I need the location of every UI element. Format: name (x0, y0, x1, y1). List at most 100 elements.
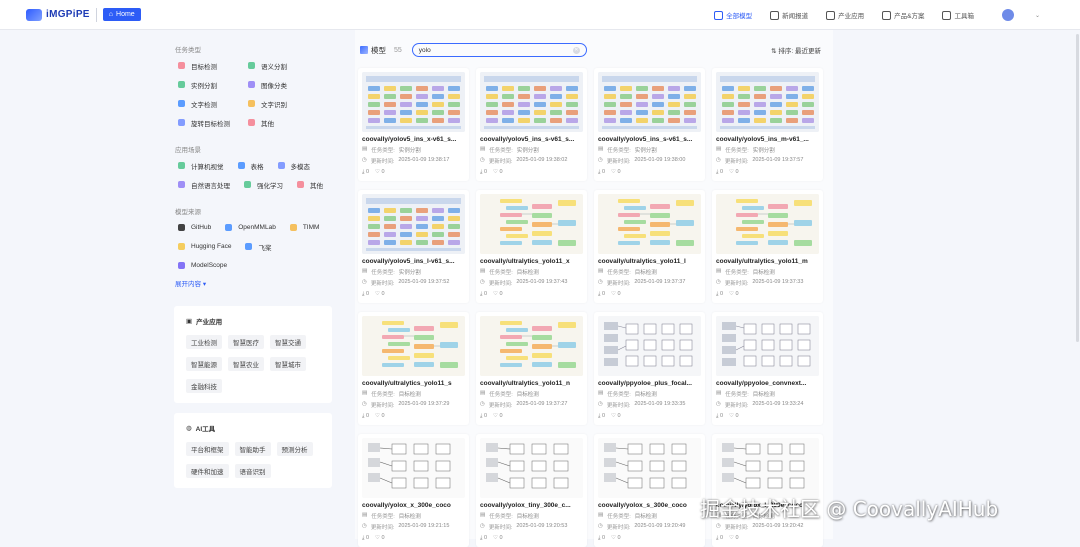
source-item-0[interactable]: GitHub (178, 223, 211, 232)
model-thumbnail[interactable] (716, 72, 819, 132)
model-thumbnail[interactable] (716, 194, 819, 254)
task-type-item-7[interactable]: 其他 (248, 118, 318, 128)
model-card-title[interactable]: coovally/yolov5_ins_x-v61_s... (362, 136, 465, 143)
nav-item-0[interactable]: 全部模型 (714, 10, 752, 20)
avatar[interactable] (1001, 9, 1014, 21)
task-type-item-3[interactable]: 图像分类 (248, 80, 318, 90)
model-card[interactable]: coovally/ultralytics_yolo11_s ▤ 任务类型: 目标检测 ◷… (358, 312, 469, 425)
model-card[interactable]: coovally/ppyoloe_convnext... ▤ 任务类型: 目标检测 ◷ 更… (712, 312, 823, 425)
task-type-item-5[interactable]: 文字识别 (248, 99, 318, 109)
nav-item-3[interactable]: 产品&方案 (882, 10, 924, 20)
like-count[interactable]: ♡ 0 (493, 169, 503, 176)
task-type-item-1[interactable]: 语义分割 (248, 61, 318, 71)
ai-tool-tag-2[interactable]: 预测分析 (276, 442, 313, 456)
industry-tag-0[interactable]: 工业检测 (186, 335, 222, 349)
logo[interactable]: iMGPiPE (26, 8, 90, 21)
like-count[interactable]: ♡ 0 (729, 291, 739, 298)
source-item-5[interactable]: ModelScope (178, 261, 227, 270)
like-count[interactable]: ♡ 0 (611, 169, 621, 176)
like-count[interactable]: ♡ 0 (729, 169, 739, 176)
model-thumbnail[interactable] (598, 72, 701, 132)
model-thumbnail[interactable] (716, 316, 819, 376)
nav-item-4[interactable]: 工具箱 (942, 10, 974, 20)
nav-item-2[interactable]: 产业应用 (826, 10, 864, 20)
model-card[interactable]: coovally/yolox_tiny_300e_c... ▤ 任务类型: 目标检测 ◷… (476, 434, 587, 547)
scene-item-5[interactable]: 其他 (297, 180, 323, 190)
model-card[interactable]: coovally/ppyoloe_plus_focal... ▤ 任务类型: 目标检测… (594, 312, 705, 425)
model-card[interactable]: coovally/yolov5_ins_x-v61_s... ▤ 任务类型: 实例分割… (358, 68, 469, 181)
model-card[interactable]: coovally/ultralytics_yolo11_x ▤ 任务类型: 目标检测 ◷… (476, 190, 587, 303)
model-card-title[interactable]: coovally/ppyoloe_convnext... (716, 380, 819, 387)
model-card[interactable]: coovally/yolov5_ins_m-v61_... ▤ 任务类型: 实例分割 ◷… (712, 68, 823, 181)
industry-tag-3[interactable]: 智慧能源 (186, 357, 222, 371)
source-item-4[interactable]: 飞桨 (245, 242, 271, 252)
model-card[interactable]: coovally/yolov5_ins_l-v61_s... ▤ 任务类型: 实例分割… (358, 190, 469, 303)
industry-tag-4[interactable]: 智慧农业 (228, 357, 264, 371)
clear-icon[interactable]: ✕ (572, 46, 580, 54)
home-button[interactable]: ⌂ Home (102, 8, 141, 21)
model-card-title[interactable]: coovally/ultralytics_yolo11_x (480, 258, 583, 265)
model-thumbnail[interactable] (480, 194, 583, 254)
like-count[interactable]: ♡ 0 (375, 291, 385, 298)
scene-item-1[interactable]: 表格 (237, 161, 264, 171)
like-count[interactable]: ♡ 0 (375, 413, 385, 420)
model-card-title[interactable]: coovally/yolov5_ins_s-v61_s... (598, 136, 701, 143)
model-thumbnail[interactable] (480, 72, 583, 132)
model-thumbnail[interactable] (598, 438, 701, 498)
model-card-title[interactable]: coovally/ultralytics_yolo11_s (362, 380, 465, 387)
task-type-item-6[interactable]: 旋转目标检测 (178, 118, 248, 128)
model-card-title[interactable]: coovally/ultralytics_yolo11_m (716, 258, 819, 265)
source-item-3[interactable]: Hugging Face (178, 242, 231, 251)
chevron-down-icon[interactable]: ⌄ (1035, 12, 1040, 19)
model-thumbnail[interactable] (362, 72, 465, 132)
model-card[interactable]: coovally/ultralytics_yolo11_l ▤ 任务类型: 目标检测 ◷… (594, 190, 705, 303)
scene-item-4[interactable]: 强化学习 (244, 180, 283, 190)
model-thumbnail[interactable] (362, 316, 465, 376)
ai-tool-tag-3[interactable]: 硬件和加速 (186, 464, 229, 478)
page-scrollbar[interactable] (1076, 34, 1079, 342)
like-count[interactable]: ♡ 0 (729, 413, 739, 420)
expand-more-link[interactable]: 展开内容 ▾ (175, 278, 340, 288)
model-card[interactable]: coovally/yolov5_ins_s-v61_s... ▤ 任务类型: 实例分割… (476, 68, 587, 181)
model-card[interactable]: coovally/ultralytics_yolo11_n ▤ 任务类型: 目标检测 ◷… (476, 312, 587, 425)
model-card-title[interactable]: coovally/yolov5_ins_l-v61_s... (362, 258, 465, 265)
task-type-item-0[interactable]: 目标检测 (178, 61, 248, 71)
model-card-title[interactable]: coovally/ultralytics_yolo11_n (480, 380, 583, 387)
model-card[interactable]: coovally/yolov5_ins_s-v61_s... ▤ 任务类型: 实例分割… (594, 68, 705, 181)
model-card-title[interactable]: coovally/yolov5_ins_s-v61_s... (480, 136, 583, 143)
sort-dropdown[interactable]: ⇅ 排序: 最近更新 (771, 45, 821, 55)
like-count[interactable]: ♡ 0 (611, 413, 621, 420)
ai-tool-tag-4[interactable]: 语音识别 (234, 464, 271, 478)
model-card[interactable]: coovally/ultralytics_yolo11_m ▤ 任务类型: 目标检测 ◷… (712, 190, 823, 303)
like-count[interactable]: ♡ 0 (493, 413, 503, 420)
model-thumbnail[interactable] (716, 438, 819, 498)
industry-tag-2[interactable]: 智慧交通 (270, 335, 306, 349)
source-item-1[interactable]: OpenMMLab (225, 223, 276, 232)
model-thumbnail[interactable] (362, 438, 465, 498)
scene-item-3[interactable]: 自然语言处理 (178, 180, 230, 190)
model-thumbnail[interactable] (598, 316, 701, 376)
industry-tag-6[interactable]: 金融科技 (186, 379, 222, 393)
search-input[interactable]: yolo ✕ (411, 43, 587, 57)
model-card[interactable]: coovally/yolox_s_300e_coco ▤ 任务类型: 目标检测 ◷ 更新时… (594, 434, 705, 547)
model-card-title[interactable]: coovally/yolox_tiny_300e_c... (480, 502, 583, 509)
scene-item-0[interactable]: 计算机视觉 (178, 161, 224, 171)
task-type-item-2[interactable]: 实例分割 (178, 80, 248, 90)
scene-item-2[interactable]: 多模态 (277, 161, 310, 171)
model-card[interactable]: coovally/yolox_x_300e_coco ▤ 任务类型: 目标检测 ◷ 更新时… (358, 434, 469, 547)
model-card[interactable]: coovally/yolox_l_300e_coco ▤ 任务类型: 目标检测 ◷ 更新时… (712, 434, 823, 547)
ai-tool-tag-1[interactable]: 智能助手 (234, 442, 271, 456)
model-thumbnail[interactable] (480, 316, 583, 376)
nav-item-1[interactable]: 新闻报道 (770, 10, 808, 20)
model-thumbnail[interactable] (362, 194, 465, 254)
task-type-item-4[interactable]: 文字检测 (178, 99, 248, 109)
model-thumbnail[interactable] (480, 438, 583, 498)
like-count[interactable]: ♡ 0 (611, 291, 621, 298)
ai-tool-tag-0[interactable]: 平台和框架 (186, 442, 229, 456)
model-card-title[interactable]: coovally/yolox_s_300e_coco (598, 502, 701, 509)
model-card-title[interactable]: coovally/yolox_x_300e_coco (362, 502, 465, 509)
model-card-title[interactable]: coovally/ppyoloe_plus_focal... (598, 380, 701, 387)
model-card-title[interactable]: coovally/ultralytics_yolo11_l (598, 258, 701, 265)
industry-tag-5[interactable]: 智慧城市 (270, 357, 306, 371)
like-count[interactable]: ♡ 0 (493, 291, 503, 298)
